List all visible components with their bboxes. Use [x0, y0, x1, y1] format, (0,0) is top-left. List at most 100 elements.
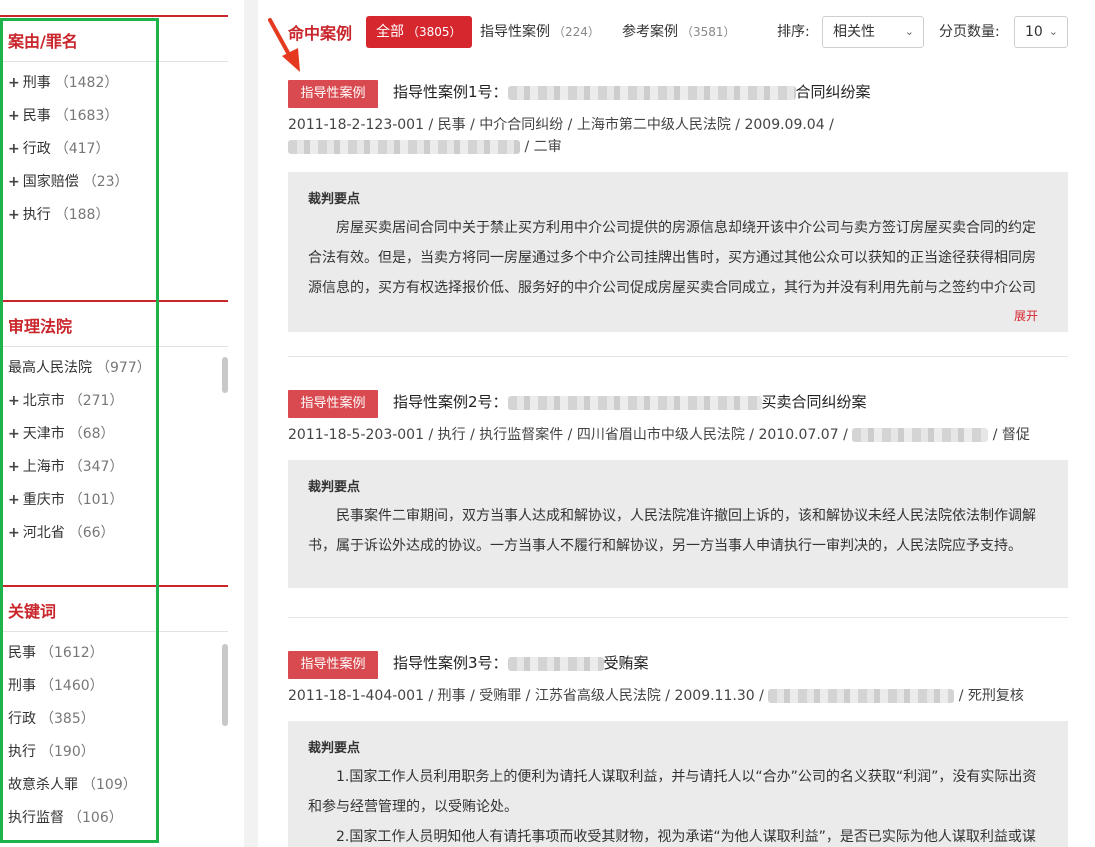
facet-item-chongqing[interactable]: + 重庆市 （101） [0, 489, 228, 522]
tab-label: 参考案例 [622, 24, 678, 40]
expand-link[interactable]: 展开 [1014, 307, 1038, 324]
tab-label: 全部 [376, 24, 404, 40]
facet-item-hebei[interactable]: + 河北省 （66） [0, 522, 228, 555]
facet-item-count: （1612） [40, 645, 104, 661]
case-title-suffix: 受贿案 [603, 654, 649, 672]
facet-item-label: 河北省 [22, 525, 65, 541]
expand-plus-icon[interactable]: + [8, 75, 20, 91]
redacted-text [507, 85, 796, 100]
case-card: 指导性案例 指导性案例1号： 合同纠纷案 2011-18-2-123-001 / … [288, 78, 1068, 332]
case-meta: 2011-18-2-123-001 / 民事 / 中介合同纠纷 / 上海市第二中… [288, 114, 1068, 158]
facet-item-kw-administrative[interactable]: 行政 （385） [0, 708, 228, 741]
facet-item-count: （101） [68, 492, 124, 508]
facet-item-kw-intentional-homicide[interactable]: 故意杀人罪 （109） [0, 774, 228, 807]
facet-item-count: （1460） [40, 678, 104, 694]
facet-item-count: （66） [68, 525, 115, 541]
case-title-link[interactable]: 指导性案例2号： 买卖合同纠纷案 [393, 391, 867, 412]
summary-label: 裁判要点 [308, 192, 361, 207]
facet-item-label: 执行监督 [8, 810, 64, 826]
facet-item-enforcement[interactable]: + 执行 （188） [0, 204, 228, 237]
expand-plus-icon[interactable]: + [8, 108, 20, 124]
case-title-suffix: 买卖合同纠纷案 [761, 393, 867, 411]
page-size-value: 10 [1025, 24, 1043, 40]
facet-item-kw-enforcement-supervision[interactable]: 执行监督 （106） [0, 807, 228, 840]
redacted-text [507, 395, 762, 410]
summary-paragraph: 1.国家工作人员利用职务上的便利为请托人谋取利益，并与请托人以“合办”公司的名义… [308, 769, 1037, 815]
facet-item-criminal[interactable]: + 刑事 （1482） [0, 72, 228, 105]
facet-item-state-compensation[interactable]: + 国家赔偿 （23） [0, 171, 228, 204]
expand-plus-icon[interactable]: + [8, 492, 20, 508]
tab-count: （224） [553, 25, 600, 39]
facet-item-label: 重庆市 [22, 492, 65, 508]
facet-item-label: 民事 [22, 108, 51, 124]
tab-count: （3581） [681, 25, 736, 39]
summary-paragraph: 民事案件二审期间，双方当事人达成和解协议，人民法院准许撤回上诉的，该和解协议未经… [308, 508, 1036, 554]
case-title-prefix: 指导性案例2号： [393, 393, 508, 411]
case-type-badge: 指导性案例 [288, 80, 378, 108]
facet-title: 关键词 [8, 602, 57, 621]
facet-item-supreme-court[interactable]: 最高人民法院 （977） [0, 357, 228, 390]
case-meta-suffix: / 二审 [524, 139, 562, 155]
case-meta: 2011-18-5-203-001 / 执行 / 执行监督案件 / 四川省眉山市… [288, 424, 1068, 446]
expand-plus-icon[interactable]: + [8, 525, 20, 541]
expand-plus-icon[interactable]: + [8, 426, 20, 442]
facet-item-count: （385） [40, 711, 95, 727]
facet-court: 审理法院 最高人民法院 （977） + 北京市 （271） + 天津市 （68） + 上海市… [0, 300, 228, 555]
facet-item-kw-civil[interactable]: 民事 （1612） [0, 642, 228, 675]
facet-item-administrative[interactable]: + 行政 （417） [0, 138, 228, 171]
facet-item-count: （109） [82, 777, 137, 793]
facet-item-beijing[interactable]: + 北京市 （271） [0, 390, 228, 423]
page-size-select[interactable]: 10 ⌄ [1014, 16, 1068, 48]
expand-plus-icon[interactable]: + [8, 207, 20, 223]
case-meta-suffix: / 死刑复核 [958, 688, 1024, 704]
results-title: 命中案例 [288, 24, 353, 43]
case-divider [288, 617, 1068, 618]
expand-plus-icon[interactable]: + [8, 459, 20, 475]
facet-list: 最高人民法院 （977） + 北京市 （271） + 天津市 （68） + 上海市 （347）… [0, 347, 228, 555]
tab-all[interactable]: 全部 （3805） [366, 16, 472, 48]
facet-item-count: （23） [82, 174, 129, 190]
case-title-prefix: 指导性案例1号： [393, 83, 508, 101]
facet-item-label: 刑事 [8, 678, 36, 694]
expand-plus-icon[interactable]: + [8, 141, 20, 157]
case-type-badge: 指导性案例 [288, 651, 378, 679]
facet-scrollbar-thumb[interactable] [222, 357, 228, 393]
case-card: 指导性案例 指导性案例2号： 买卖合同纠纷案 2011-18-5-203-001 … [288, 388, 1068, 588]
summary-label: 裁判要点 [308, 480, 361, 495]
case-title-link[interactable]: 指导性案例3号： 受贿案 [393, 652, 649, 673]
facet-sidebar: 案由/罪名 + 刑事 （1482） + 民事 （1683） + 行政 （417） + 国家赔偿… [0, 0, 244, 847]
case-meta-suffix: / 督促 [992, 427, 1030, 443]
case-header: 指导性案例 指导性案例1号： 合同纠纷案 [288, 78, 1068, 108]
facet-item-shanghai[interactable]: + 上海市 （347） [0, 456, 228, 489]
tab-reference-cases[interactable]: 参考案例 （3581） [622, 16, 736, 48]
expand-plus-icon[interactable]: + [8, 174, 20, 190]
tab-guiding-cases[interactable]: 指导性案例 （224） [480, 16, 600, 48]
facet-item-count: （68） [68, 426, 115, 442]
facet-scrollbar-thumb[interactable] [222, 644, 228, 726]
facet-item-civil[interactable]: + 民事 （1683） [0, 105, 228, 138]
sort-select[interactable]: 相关性 ⌄ [822, 16, 924, 48]
case-summary: 裁判要点 民事案件二审期间，双方当事人达成和解协议，人民法院准许撤回上诉的，该和… [288, 460, 1068, 588]
facet-item-count: （271） [68, 393, 124, 409]
facet-title: 案由/罪名 [8, 32, 78, 51]
summary-paragraph: 房屋买卖居间合同中关于禁止买方利用中介公司提供的房源信息却绕开该中介公司与卖方签… [308, 220, 1036, 296]
facet-keyword: 关键词 民事 （1612） 刑事 （1460） 行政 （385） 执行 （190） 故意… [0, 585, 228, 840]
case-card: 指导性案例 指导性案例3号： 受贿案 2011-18-1-404-001 / 刑事… [288, 649, 1068, 847]
facet-item-kw-criminal[interactable]: 刑事 （1460） [0, 675, 228, 708]
case-summary: 裁判要点 1.国家工作人员利用职务上的便利为请托人谋取利益，并与请托人以“合办”… [288, 721, 1068, 847]
facet-item-count: （190） [40, 744, 95, 760]
case-summary: 裁判要点 房屋买卖居间合同中关于禁止买方利用中介公司提供的房源信息却绕开该中介公… [288, 172, 1068, 332]
redacted-text [768, 689, 955, 703]
case-meta: 2011-18-1-404-001 / 刑事 / 受贿罪 / 江苏省高级人民法院… [288, 685, 1068, 707]
results-panel: 命中案例 全部 （3805） 指导性案例 （224） 参考案例 （3581） 排序: … [258, 0, 1095, 847]
case-title-link[interactable]: 指导性案例1号： 合同纠纷案 [393, 81, 871, 102]
facet-item-tianjin[interactable]: + 天津市 （68） [0, 423, 228, 456]
expand-plus-icon[interactable]: + [8, 393, 20, 409]
facet-item-count: （417） [54, 141, 110, 157]
sort-value: 相关性 [833, 24, 875, 40]
case-header: 指导性案例 指导性案例3号： 受贿案 [288, 649, 1068, 679]
redacted-text [852, 428, 989, 442]
facet-item-count: （1482） [54, 75, 119, 91]
facet-item-kw-enforcement[interactable]: 执行 （190） [0, 741, 228, 774]
case-meta-prefix: 2011-18-5-203-001 / 执行 / 执行监督案件 / 四川省眉山市… [288, 427, 848, 443]
